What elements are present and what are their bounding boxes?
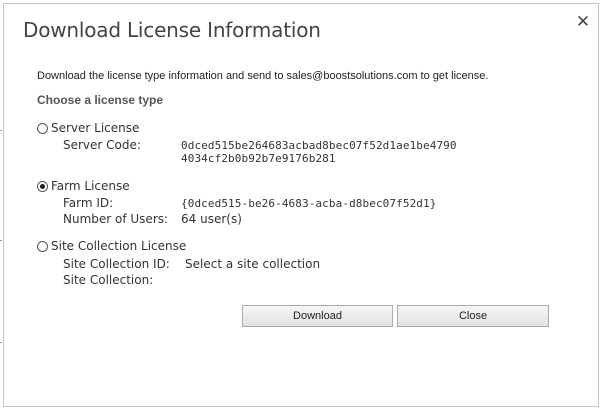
server-license-label: Server License [51, 121, 140, 135]
farm-license-radio[interactable] [37, 180, 48, 192]
farm-license-label: Farm License [51, 179, 130, 193]
server-code-line2: 4034cf2b0b92b7e9176b281 [181, 152, 336, 165]
section-heading: Choose a license type [37, 93, 164, 107]
close-icon[interactable]: ✕ [574, 13, 592, 31]
server-license-radio[interactable] [37, 122, 48, 134]
site-collection-license-option[interactable]: Site Collection License [37, 239, 186, 253]
site-collection-license-radio[interactable] [37, 240, 48, 252]
backdrop-mark [0, 130, 2, 131]
farm-license-option[interactable]: Farm License [37, 179, 130, 193]
site-collection-id-label: Site Collection ID: [63, 257, 170, 271]
download-button[interactable]: Download [242, 305, 393, 327]
instruction-text: Download the license type information an… [37, 70, 489, 82]
server-code-label: Server Code: [63, 138, 141, 152]
dialog-title: Download License Information [23, 18, 321, 42]
site-collection-license-label: Site Collection License [51, 239, 187, 253]
number-of-users-label: Number of Users: [63, 212, 169, 226]
site-collection-selector[interactable]: Select a site collection [185, 257, 320, 271]
backdrop-mark [0, 342, 2, 343]
server-code-line1: 0dced515be264683acbad8bec07f52d1ae1be479… [181, 139, 457, 152]
farm-id-value: {0dced515-be26-4683-acba-d8bec07f52d1} [181, 197, 437, 210]
site-collection-label: Site Collection: [63, 273, 154, 287]
license-dialog: Download License Information ✕ Download … [3, 3, 599, 407]
close-button[interactable]: Close [397, 305, 549, 327]
server-license-option[interactable]: Server License [37, 121, 139, 135]
farm-id-label: Farm ID: [63, 196, 114, 210]
number-of-users-value: 64 user(s) [181, 212, 242, 226]
backdrop-mark [0, 240, 2, 241]
